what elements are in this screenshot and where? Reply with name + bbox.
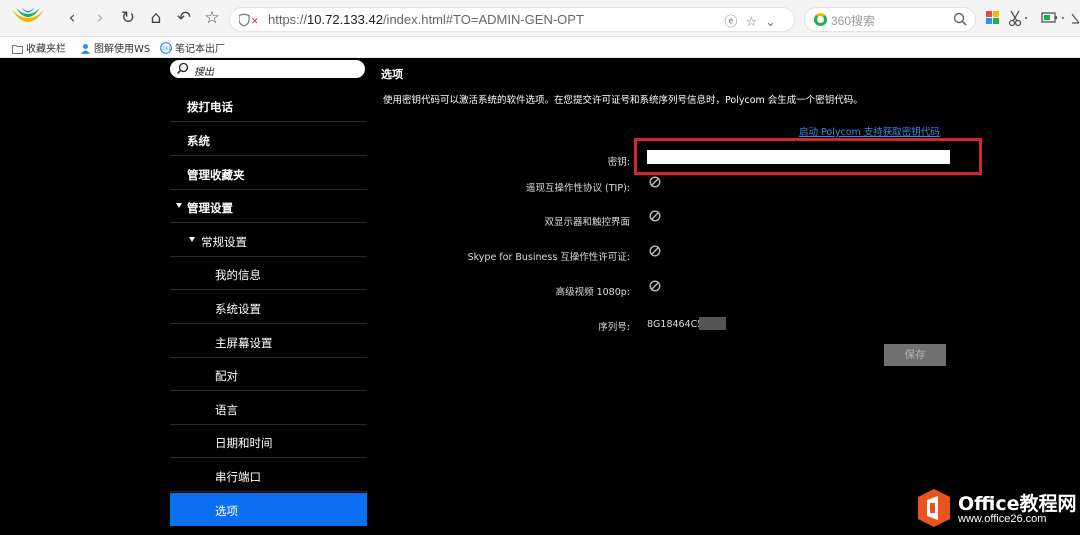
bookmark-label: 收藏夹栏 [26, 44, 66, 55]
browser-tools [986, 10, 1080, 27]
disabled-icon [649, 210, 661, 222]
nav-item-label: 拨打电话 [187, 100, 233, 114]
nav-item-system-settings[interactable]: 系统设置 [170, 291, 367, 324]
svg-text:✕: ✕ [251, 17, 259, 27]
watermark: Office教程网 www.office26.com [916, 486, 1080, 532]
main-content: 选项 使用密钥代码可以激活系统的软件选项。在您提交许可证号和系统序列号信息时，P… [370, 58, 1080, 535]
nav-item-options[interactable]: 选项 [170, 493, 367, 526]
nav-item-label: 主屏幕设置 [215, 336, 273, 350]
nav-item-label: 系统设置 [215, 302, 261, 316]
sidebar: 搜出 拨打电话 系统 管理收藏夹 管理设置 常规设置 我的信息 系统设置 主屏幕… [170, 58, 367, 535]
search-placeholder: 360搜索 [831, 14, 876, 28]
bookmarks-bar: 收藏夹栏 图解使用WS DELL笔记本出厂 [0, 37, 1080, 58]
undo-icon[interactable]: ↶ [174, 8, 194, 28]
url-host: 10.72.133.42 [307, 12, 383, 27]
nav-item-label: 日期和时间 [215, 436, 273, 450]
watermark-title: Office教程网 [958, 493, 1077, 515]
more-icon[interactable] [1071, 13, 1080, 24]
nav-item-label: 配对 [215, 369, 238, 383]
serial-label: 序列号: [598, 322, 630, 333]
nav-item-label: 选项 [215, 504, 238, 518]
bookmark-item[interactable]: 图解使用WS [80, 40, 150, 55]
nav-item-date-time[interactable]: 日期和时间 [170, 425, 367, 458]
nav-item-general-settings[interactable]: 常规设置 [170, 224, 367, 257]
battery-icon[interactable] [1041, 12, 1057, 23]
hd-video-label: 高级视频 1080p: [555, 287, 630, 298]
search-icon[interactable] [953, 12, 967, 26]
svg-text:DELL: DELL [162, 46, 172, 52]
page-description: 使用密钥代码可以激活系统的软件选项。在您提交许可证号和系统序列号信息时，Poly… [383, 95, 863, 106]
nav-item-serial-port[interactable]: 串行端口 [170, 459, 367, 492]
url-prefix: https:// [268, 12, 308, 27]
browser-logo-icon[interactable] [10, 4, 46, 30]
bookmark-item[interactable]: 收藏夹栏 [12, 40, 66, 55]
nav-item-my-info[interactable]: 我的信息 [170, 257, 367, 290]
nav-item-label: 我的信息 [215, 268, 261, 282]
bookmark-item[interactable]: DELL笔记本出厂 [160, 40, 225, 55]
url-path: /index.html#TO=ADMIN-GEN-OPT [382, 12, 584, 27]
save-button[interactable]: 保存 [884, 344, 946, 366]
watermark-url: www.office26.com [958, 513, 1047, 525]
disabled-icon [649, 245, 661, 257]
nav-item-label: 系统 [187, 134, 210, 148]
key-label: 密钥: [607, 157, 630, 168]
serial-value: 8G18464C5 [647, 319, 704, 330]
office-logo-icon [918, 489, 950, 527]
user-icon [81, 44, 90, 54]
nav-item-label: 串行端口 [215, 470, 261, 484]
nav-item-label: 常规设置 [201, 235, 247, 249]
not-secure-icon[interactable]: ✕ [239, 12, 265, 28]
star-icon[interactable]: ☆ [202, 8, 222, 28]
sidebar-search-label: 搜出 [194, 67, 214, 78]
forward-icon[interactable]: › [90, 8, 110, 28]
dual-monitor-label: 双显示器和触控界面 [544, 217, 630, 228]
home-icon[interactable]: ⌂ [146, 8, 166, 28]
search-360-icon [814, 13, 827, 26]
apps-icon[interactable] [986, 11, 999, 24]
nav-item-language[interactable]: 语言 [170, 392, 367, 425]
search-icon [176, 62, 189, 75]
nav-item-label: 管理设置 [187, 201, 233, 215]
address-bar-actions: ⓔ☆⌄ [724, 11, 784, 30]
reader-icon[interactable]: ⓔ [724, 15, 745, 30]
dell-icon: DELL [160, 42, 174, 54]
bookmark-label: 笔记本出厂 [175, 44, 225, 55]
reload-icon[interactable]: ↻ [118, 8, 138, 28]
nav-item-label: 管理收藏夹 [187, 168, 245, 182]
highlight-box [634, 138, 982, 175]
bookmark-label: 图解使用WS [94, 44, 151, 55]
nav-item-system[interactable]: 系统 [170, 123, 367, 156]
dropdown-icon[interactable]: ⌄ [765, 15, 784, 30]
address-url[interactable]: https://10.72.133.42/index.html#TO=ADMIN… [268, 12, 584, 27]
back-icon[interactable]: ‹ [62, 8, 82, 28]
disabled-icon [649, 176, 661, 188]
nav-item-label: 语言 [215, 403, 238, 417]
sidebar-search[interactable]: 搜出 [170, 60, 365, 78]
app: 搜出 拨打电话 系统 管理收藏夹 管理设置 常规设置 我的信息 系统设置 主屏幕… [0, 58, 1080, 535]
tip-label: 遥现互操作性协议 (TIP): [526, 183, 630, 194]
bookmark-star-icon[interactable]: ☆ [745, 15, 765, 30]
skype-label: Skype for Business 互操作性许可证: [467, 252, 630, 263]
nav-item-pairing[interactable]: 配对 [170, 358, 367, 391]
nav-item-admin-settings[interactable]: 管理设置 [170, 190, 367, 223]
caret-down-icon [189, 237, 195, 242]
serial-redaction [699, 317, 726, 330]
nav-item-favorites[interactable]: 管理收藏夹 [170, 157, 367, 190]
address-bar[interactable]: ✕ https://10.72.133.42/index.html#TO=ADM… [229, 7, 795, 32]
nav-item-call[interactable]: 拨打电话 [170, 89, 367, 122]
support-link[interactable]: 启动 Polycom 支持获取密钥代码 [799, 124, 940, 138]
caret-down-icon [176, 203, 182, 208]
folder-icon [12, 45, 23, 54]
disabled-icon [649, 280, 661, 292]
nav-item-home-screen-settings[interactable]: 主屏幕设置 [170, 325, 367, 358]
browser-toolbar: ‹ › ↻ ⌂ ↶ ☆ ✕ https://10.72.133.42/index… [0, 0, 1080, 37]
browser-search[interactable]: 360搜索 [804, 7, 976, 32]
page-title: 选项 [381, 68, 403, 81]
scissors-icon[interactable] [1008, 10, 1022, 27]
